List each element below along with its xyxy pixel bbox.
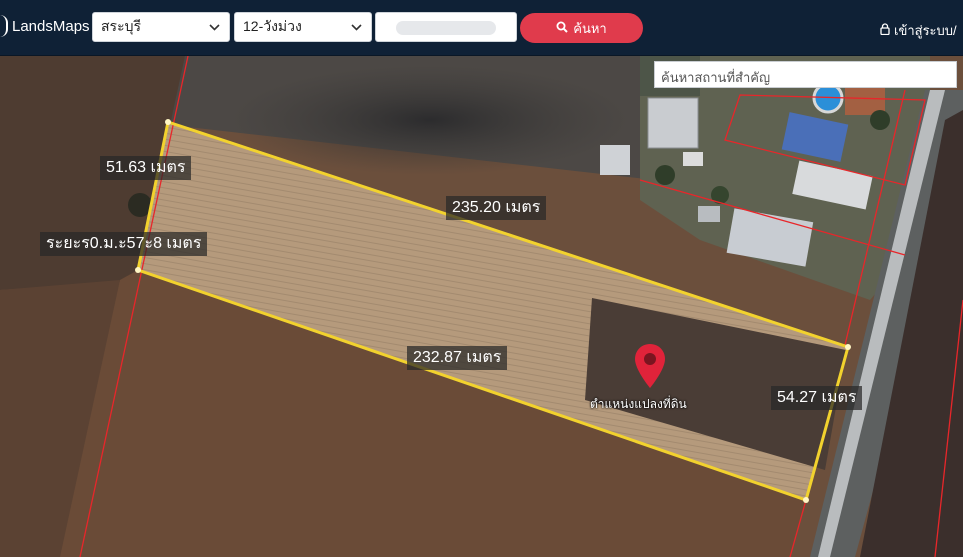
province-select-value: สระบุรี [101,18,141,34]
login-label: เข้าสู่ระบบ/ [894,23,957,38]
brand[interactable]: LandsMaps [0,14,90,38]
district-select[interactable]: 12-วังม่วง [234,12,372,42]
chevron-down-icon [349,20,363,34]
district-select-value: 12-วังม่วง [243,18,302,34]
map-view[interactable]: ค้นหาสถานที่สำคัญ 51.63 เมตร 235.20 เมตร… [0,56,963,557]
lock-icon [880,23,890,38]
search-button-label: ค้นหา [573,20,607,36]
brand-name: LandsMaps [12,17,90,35]
overlapping-distance-label: ระยะร0.ม.ะ57ะ8 เมตร [40,232,208,256]
left-edge-distance-label: 51.63 เมตร [100,156,192,180]
province-select[interactable]: สระบุรี [92,12,230,42]
top-bar: LandsMaps สระบุรี 12-วังม่วง ค้นหา เข้าส… [0,0,963,56]
search-icon [556,21,568,36]
map-pin-icon[interactable] [633,342,667,395]
redacted-value [396,21,496,35]
chevron-down-icon [207,20,221,34]
bottom-edge-distance-label: 232.87 เมตร [407,346,508,370]
parcel-number-input[interactable] [375,12,517,42]
login-link[interactable]: เข้าสู่ระบบ/ [880,20,957,41]
marker-label: ตำแหน่งแปลงที่ดิน [590,397,687,411]
search-button[interactable]: ค้นหา [520,13,643,43]
satellite-imagery [0,56,963,557]
right-edge-distance-label: 54.27 เมตร [771,386,863,410]
place-search-input[interactable]: ค้นหาสถานที่สำคัญ [654,61,957,88]
top-edge-distance-label: 235.20 เมตร [446,196,547,220]
brand-logo-icon [0,15,8,37]
